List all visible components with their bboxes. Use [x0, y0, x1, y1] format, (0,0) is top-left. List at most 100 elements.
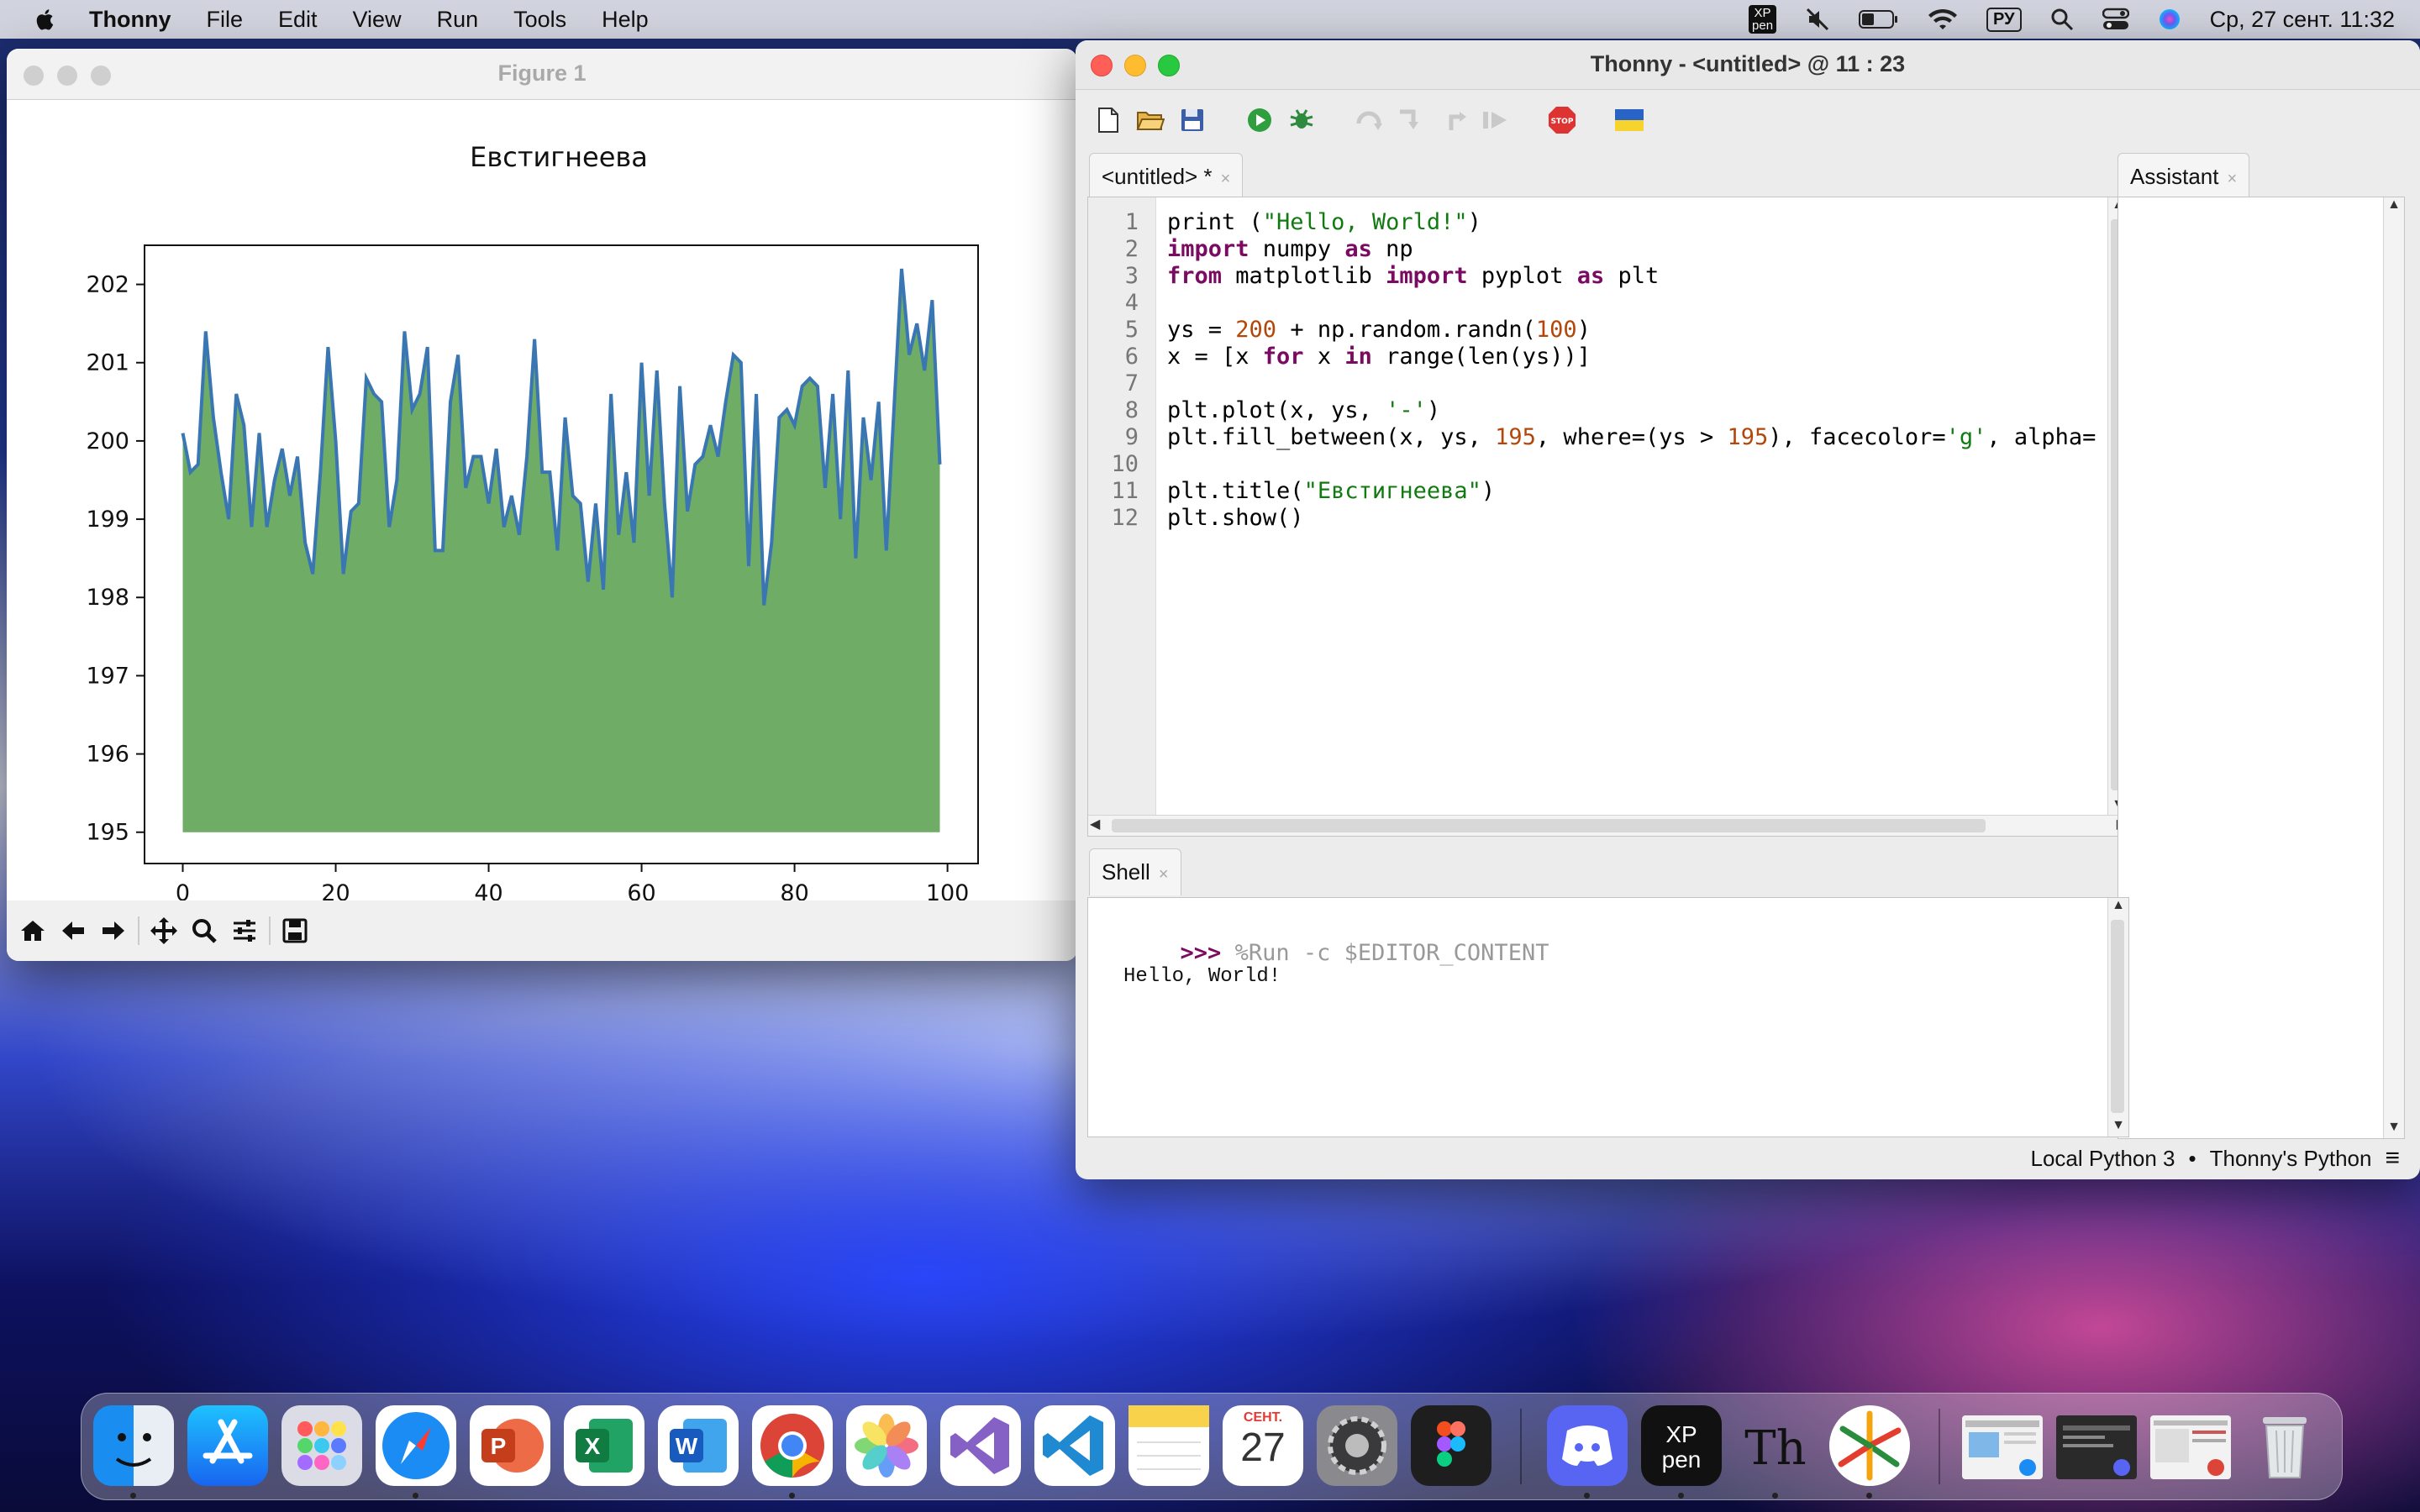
- home-button[interactable]: [17, 915, 49, 947]
- input-source-badge[interactable]: РУ: [1986, 7, 2022, 32]
- run-button[interactable]: [1244, 104, 1276, 136]
- code-line: import numpy as np: [1167, 236, 2100, 263]
- stop-button[interactable]: STOP: [1546, 104, 1578, 136]
- code-token: 195: [1495, 424, 1536, 450]
- chrome-icon[interactable]: [752, 1405, 833, 1486]
- svg-text:X: X: [585, 1433, 601, 1459]
- configure-button[interactable]: [229, 915, 260, 947]
- python-label[interactable]: Thonny's Python: [2210, 1146, 2372, 1172]
- discord-icon[interactable]: [1547, 1405, 1628, 1486]
- xppen-icon[interactable]: XP pen: [1641, 1405, 1722, 1486]
- notes-icon[interactable]: [1128, 1405, 1209, 1486]
- scroll-up-arrow-icon[interactable]: ▲: [2384, 197, 2404, 216]
- apple-menu-icon[interactable]: [32, 6, 59, 33]
- forward-button[interactable]: [97, 915, 129, 947]
- xppen-status-icon[interactable]: XP pen: [1749, 5, 1777, 34]
- code-line: x = [x for x in range(len(ys))]: [1167, 344, 2100, 370]
- menu-view[interactable]: View: [353, 7, 402, 33]
- wifi-icon[interactable]: [1928, 8, 1958, 31]
- ukraine-support-button[interactable]: [1613, 104, 1645, 136]
- close-tab-icon[interactable]: ×: [1159, 865, 1169, 884]
- scroll-thumb[interactable]: [2111, 920, 2124, 1113]
- interpreter-label[interactable]: Local Python 3: [2031, 1146, 2175, 1172]
- figure-titlebar: Figure 1: [7, 49, 1077, 100]
- editor-horizontal-scrollbar[interactable]: ◀ ▶: [1088, 815, 2128, 836]
- window-preview-icon[interactable]: [2150, 1415, 2231, 1479]
- shell-scrollbar[interactable]: ▲ ▼: [2107, 898, 2128, 1137]
- open-file-button[interactable]: [1134, 104, 1166, 136]
- shell-panel[interactable]: >>> %Run -c $EDITOR_CONTENT Hello, World…: [1087, 897, 2129, 1137]
- system-settings-icon[interactable]: [1317, 1405, 1397, 1486]
- assistant-scrollbar[interactable]: ▲ ▼: [2383, 197, 2404, 1138]
- status-menu-icon[interactable]: ≡: [2385, 1144, 2400, 1173]
- hscroll-thumb[interactable]: [1112, 819, 1986, 832]
- line-numbers: 1 2 3 4 5 6 7 8 9 10 11 12: [1088, 209, 1139, 532]
- calendar-icon[interactable]: СЕНТ. 27: [1223, 1405, 1303, 1486]
- tab-shell[interactable]: Shell ×: [1089, 848, 1181, 895]
- excel-icon[interactable]: X: [564, 1405, 644, 1486]
- scroll-down-arrow-icon[interactable]: ▼: [2384, 1120, 2404, 1138]
- control-center-icon[interactable]: [2102, 8, 2129, 31]
- zoom-rect-button[interactable]: [188, 915, 220, 947]
- code-editor[interactable]: 1 2 3 4 5 6 7 8 9 10 11 12 print ("Hello, World!") i…: [1087, 197, 2129, 837]
- code-token: + np.random.randn(: [1276, 317, 1536, 343]
- launchpad-icon[interactable]: [281, 1405, 362, 1486]
- step-over-button[interactable]: [1353, 104, 1385, 136]
- menu-tools[interactable]: Tools: [513, 7, 566, 33]
- tab-assistant[interactable]: Assistant ×: [2118, 153, 2250, 200]
- close-tab-icon[interactable]: ×: [1221, 170, 1231, 188]
- thonny-icon[interactable]: Th: [1735, 1405, 1816, 1486]
- photos-icon[interactable]: [846, 1405, 927, 1486]
- debug-button[interactable]: [1286, 104, 1318, 136]
- step-out-button[interactable]: [1437, 104, 1469, 136]
- y-tick-label: 198: [86, 585, 129, 611]
- visual-studio-icon[interactable]: [940, 1405, 1021, 1486]
- mute-icon[interactable]: [1805, 7, 1830, 32]
- scroll-down-arrow-icon[interactable]: ▼: [2108, 1118, 2128, 1137]
- line-number: 6: [1124, 344, 1139, 370]
- window-preview-icon[interactable]: [2056, 1415, 2137, 1479]
- battery-icon[interactable]: [1859, 8, 1899, 30]
- menu-bar: Thonny File Edit View Run Tools Help XP …: [0, 0, 2420, 39]
- siri-icon[interactable]: [2158, 8, 2181, 31]
- pan-button[interactable]: [148, 915, 180, 947]
- menu-edit[interactable]: Edit: [278, 7, 318, 33]
- pinwheel-icon[interactable]: [1829, 1405, 1910, 1486]
- scroll-up-arrow-icon[interactable]: ▲: [2108, 898, 2128, 916]
- code-line: plt.plot(x, ys, '-'): [1167, 397, 2100, 424]
- menu-file[interactable]: File: [206, 7, 243, 33]
- finder-icon[interactable]: [93, 1405, 174, 1486]
- code-text[interactable]: print ("Hello, World!") import numpy as n…: [1167, 209, 2100, 532]
- y-tick-label: 200: [86, 428, 129, 454]
- app-store-icon[interactable]: [187, 1405, 268, 1486]
- y-tick-label: 199: [86, 507, 129, 533]
- menu-thonny[interactable]: Thonny: [89, 7, 171, 33]
- save-file-button[interactable]: [1176, 104, 1208, 136]
- figma-icon[interactable]: [1411, 1405, 1491, 1486]
- back-button[interactable]: [57, 915, 89, 947]
- trash-icon[interactable]: [2244, 1405, 2325, 1486]
- step-into-button[interactable]: [1395, 104, 1427, 136]
- menu-run[interactable]: Run: [437, 7, 479, 33]
- tab-editor-untitled[interactable]: <untitled> * ×: [1089, 153, 1244, 200]
- vscode-icon[interactable]: [1034, 1405, 1115, 1486]
- window-preview-icon[interactable]: [1962, 1415, 2043, 1479]
- menu-help[interactable]: Help: [602, 7, 649, 33]
- safari-icon[interactable]: [376, 1405, 456, 1486]
- powerpoint-icon[interactable]: P: [470, 1405, 550, 1486]
- new-file-button[interactable]: [1092, 104, 1124, 136]
- code-token: ys =: [1167, 317, 1236, 343]
- close-tab-icon[interactable]: ×: [2228, 170, 2238, 188]
- code-token: matplotlib: [1222, 263, 1386, 289]
- code-token: range(len(ys))]: [1371, 344, 1591, 370]
- scroll-left-arrow-icon[interactable]: ◀: [1090, 816, 1100, 832]
- clock[interactable]: Ср, 27 сент. 11:32: [2210, 7, 2395, 33]
- spotlight-search-icon[interactable]: [2050, 8, 2074, 31]
- resume-button[interactable]: [1479, 104, 1511, 136]
- y-tick-label: 202: [86, 272, 129, 298]
- word-icon[interactable]: W: [658, 1405, 739, 1486]
- shell-command: %Run -c $EDITOR_CONTENT: [1221, 940, 1549, 966]
- save-figure-button[interactable]: [279, 915, 311, 947]
